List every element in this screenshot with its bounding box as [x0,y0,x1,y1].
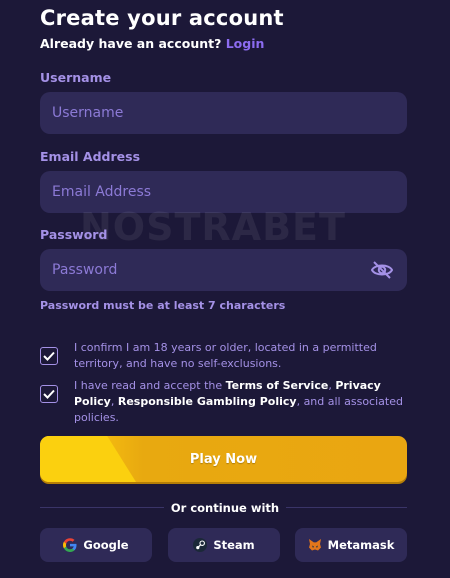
google-label: Google [83,538,129,552]
age-consent-checkbox[interactable] [40,347,58,365]
play-now-label: Play Now [189,451,258,467]
login-prompt: Already have an account? Login [40,36,264,51]
terms-consent-text: I have read and accept the Terms of Serv… [74,378,407,426]
responsible-gambling-link[interactable]: Responsible Gambling Policy [118,395,297,408]
metamask-icon [308,539,321,551]
play-now-button[interactable]: Play Now [40,436,407,482]
username-input[interactable] [52,105,352,121]
username-label: Username [40,70,112,85]
terms-separator: , [110,395,115,408]
terms-prefix: I have read and accept the [74,379,226,392]
checkmark-icon [43,389,55,399]
terms-of-service-link[interactable]: Terms of Service [226,379,329,392]
password-field-container[interactable] [40,249,407,291]
metamask-label: Metamask [327,538,395,552]
username-field-container[interactable] [40,92,407,134]
or-continue-text: Or continue with [170,501,280,515]
email-input[interactable] [52,184,352,200]
password-label: Password [40,227,108,242]
eye-off-icon[interactable] [370,260,394,280]
password-hint: Password must be at least 7 characters [40,299,286,312]
page-title: Create your account [40,6,284,30]
login-link[interactable]: Login [226,36,265,51]
terms-consent-checkbox[interactable] [40,385,58,403]
google-login-button[interactable]: Google [40,528,152,562]
password-input[interactable] [52,262,352,278]
age-consent-text: I confirm I am 18 years or older, locate… [74,341,377,370]
google-icon [63,538,77,552]
steam-login-button[interactable]: Steam [168,528,280,562]
checkmark-icon [43,351,55,361]
steam-label: Steam [213,538,255,552]
email-label: Email Address [40,149,141,164]
steam-icon [193,538,208,552]
metamask-login-button[interactable]: Metamask [295,528,407,562]
email-field-container[interactable] [40,171,407,213]
login-prompt-text: Already have an account? [40,36,222,51]
